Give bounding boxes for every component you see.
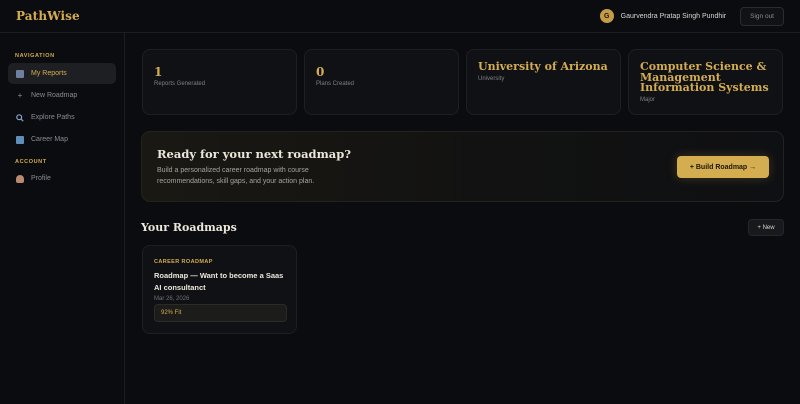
report-icon: [16, 69, 24, 78]
cta-description: Build a personalized career roadmap with…: [157, 167, 315, 185]
roadmap-date: Mar 26, 2026: [154, 296, 190, 302]
stat-card-university: University of Arizona University: [466, 49, 621, 115]
sidebar-item-explore-paths[interactable]: Explore Paths: [8, 107, 116, 128]
brand-logo[interactable]: PathWise: [16, 9, 80, 23]
stat-card-reports: 1 Reports Generated: [142, 49, 297, 115]
sidebar-item-label: Profile: [31, 175, 51, 182]
stat-value: University of Arizona: [478, 60, 608, 73]
search-icon: [16, 113, 24, 122]
sidebar-item-profile[interactable]: Profile: [8, 168, 116, 189]
build-roadmap-button[interactable]: + Build Roadmap →: [677, 156, 769, 178]
sign-out-button[interactable]: Sign out: [740, 6, 784, 26]
avatar[interactable]: G: [599, 9, 614, 23]
sidebar-item-label: Career Map: [31, 136, 68, 143]
cta-title: Ready for your next roadmap?: [157, 147, 351, 161]
plus-icon: +: [17, 91, 23, 100]
roadmap-tag: CAREER ROADMAP: [154, 259, 213, 265]
navigation-section-label: NAVIGATION: [15, 53, 55, 59]
roadmap-title: Roadmap — Want to become a Saas AI consu…: [154, 271, 284, 292]
sidebar-item-label: My Reports: [31, 70, 67, 77]
top-bar: PathWise G Gaurvendra Pratap Singh Pundh…: [0, 0, 800, 33]
user-icon: [16, 174, 24, 183]
sidebar-item-my-reports[interactable]: My Reports: [8, 63, 116, 84]
sidebar-item-label: New Roadmap: [31, 92, 78, 99]
account-section-label: ACCOUNT: [15, 159, 47, 165]
user-menu: G Gaurvendra Pratap Singh Pundhir Sign o…: [599, 6, 784, 26]
stat-label: University: [478, 75, 505, 82]
map-icon: [16, 135, 24, 144]
stat-label: Plans Created: [316, 81, 355, 87]
roadmap-card[interactable]: CAREER ROADMAP Roadmap — Want to become …: [142, 245, 297, 334]
sidebar-item-new-roadmap[interactable]: + New Roadmap: [8, 85, 116, 106]
user-name: Gaurvendra Pratap Singh Pundhir: [620, 12, 727, 20]
roadmap-cta-banner: Ready for your next roadmap? Build a per…: [141, 131, 784, 202]
sidebar: NAVIGATION My Reports + New Roadmap Expl…: [0, 33, 125, 404]
stat-value: Computer Science & Management Informatio…: [640, 60, 769, 94]
roadmaps-section-title: Your Roadmaps: [141, 221, 237, 234]
fit-badge: 92% Fit: [154, 304, 287, 322]
stat-card-plans: 0 Plans Created: [304, 49, 459, 115]
sidebar-item-label: Explore Paths: [31, 114, 75, 121]
stat-value: 0: [316, 65, 325, 79]
new-roadmap-button[interactable]: + New: [748, 219, 784, 236]
stat-label: Major: [640, 96, 656, 103]
stat-value: 1: [154, 65, 163, 79]
stat-card-major: Computer Science & Management Informatio…: [628, 49, 783, 115]
sidebar-item-career-map[interactable]: Career Map: [8, 129, 116, 150]
stat-label: Reports Generated: [154, 81, 206, 87]
